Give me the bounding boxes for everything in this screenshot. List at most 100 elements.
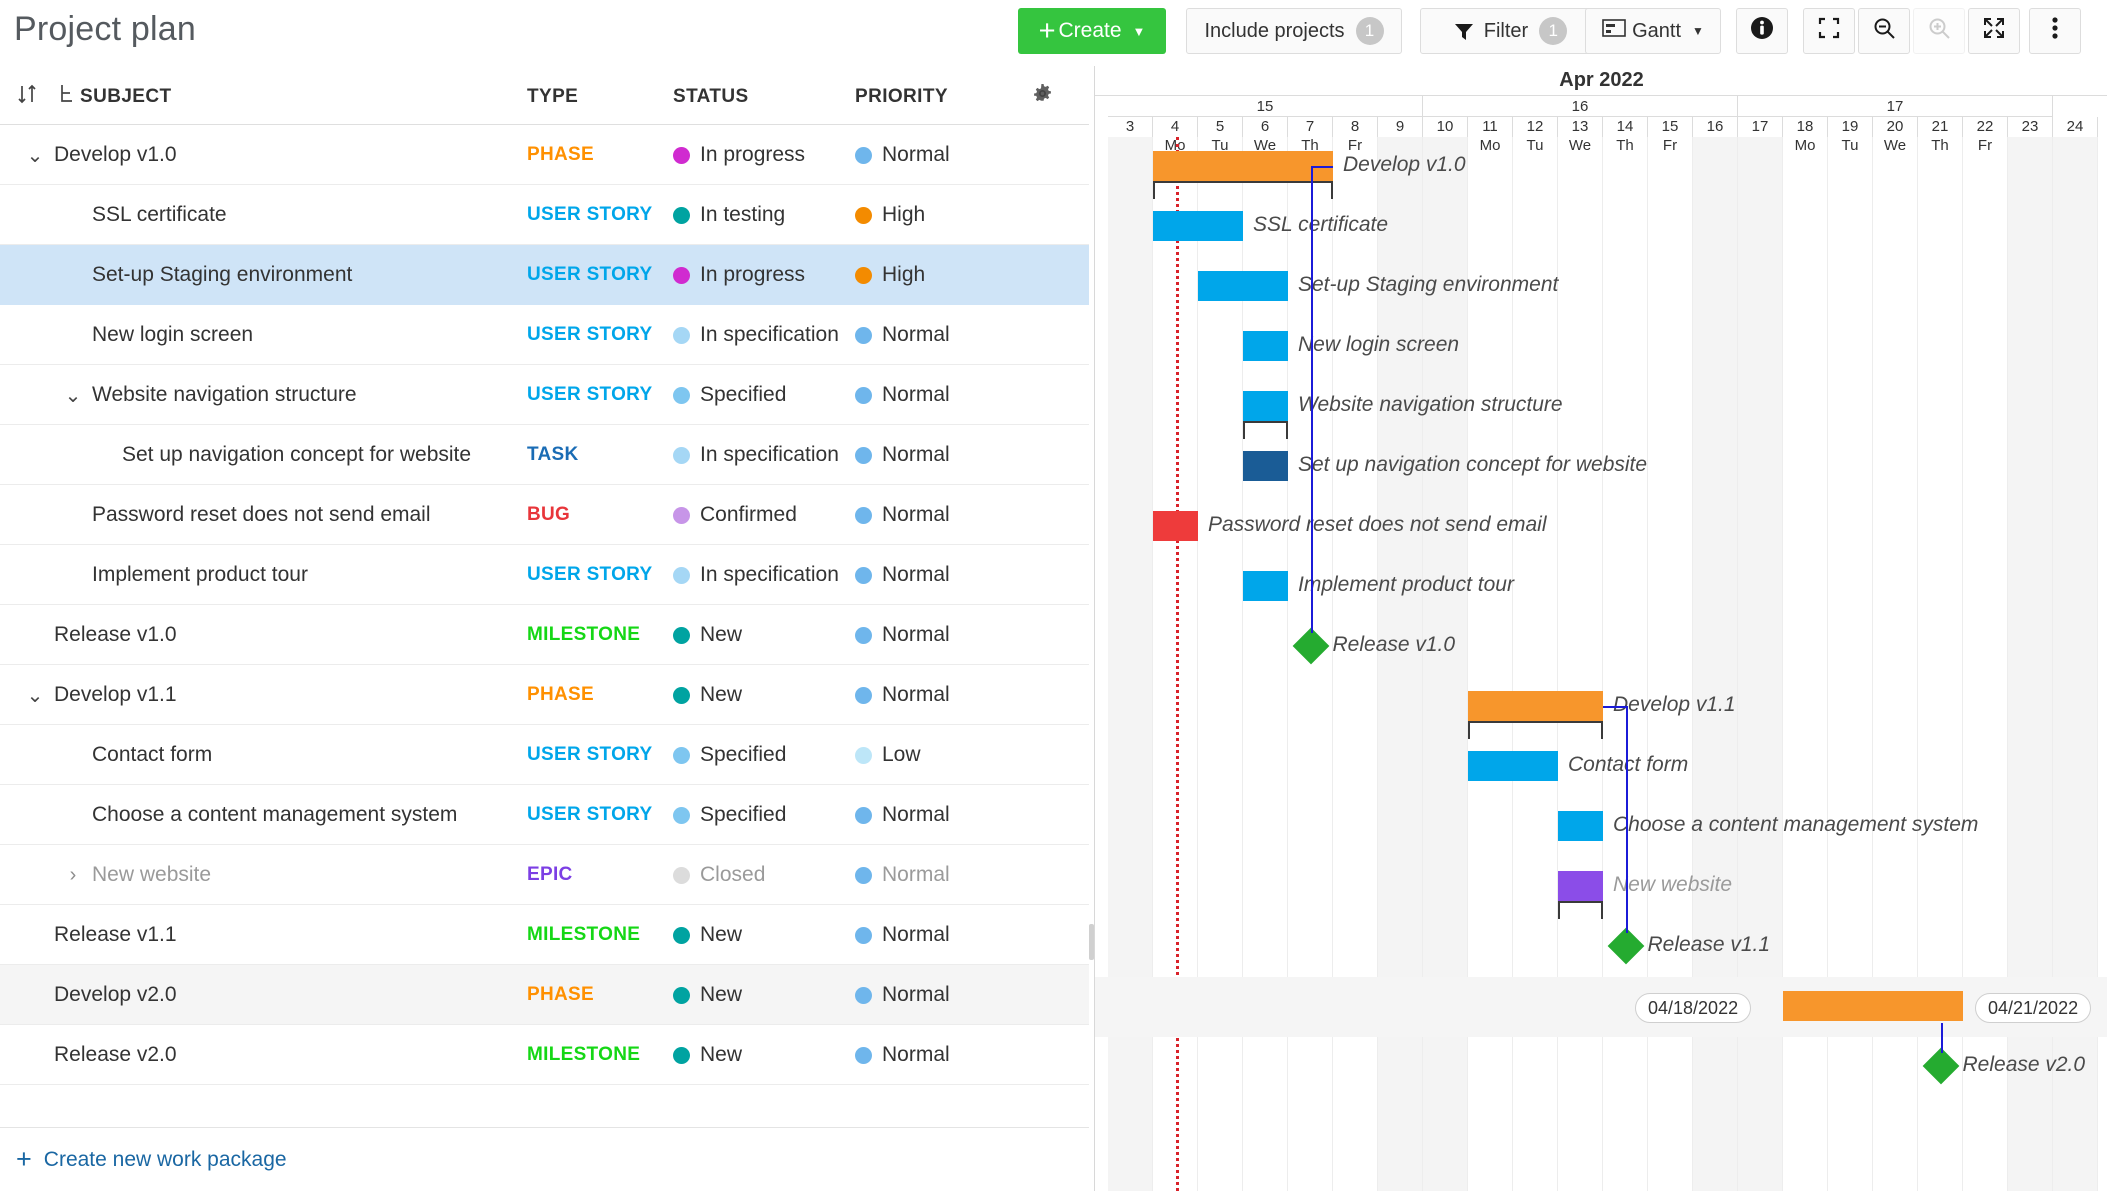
table-cell-priority[interactable]: Normal <box>855 485 950 545</box>
table-row[interactable]: Release v2.0 MILESTONE New Normal <box>0 1025 1089 1085</box>
gantt-milestone-diamond[interactable] <box>1292 627 1329 665</box>
table-cell-status[interactable]: New <box>673 1025 742 1085</box>
table-row[interactable]: Contact form USER STORY Specified Low <box>0 725 1089 785</box>
gantt-bar[interactable] <box>1243 391 1288 421</box>
table-cell-type[interactable]: MILESTONE <box>527 1025 640 1085</box>
fullscreen-button[interactable] <box>1968 8 2020 54</box>
table-cell-status[interactable]: New <box>673 605 742 665</box>
table-cell-status[interactable]: In progress <box>673 245 805 305</box>
table-cell-subject[interactable]: Release v1.1 <box>24 905 177 965</box>
table-cell-priority[interactable]: High <box>855 245 925 305</box>
table-cell-subject[interactable]: SSL certificate <box>62 185 227 245</box>
table-cell-type[interactable]: EPIC <box>527 845 573 905</box>
table-cell-status[interactable]: In testing <box>673 185 785 245</box>
table-row[interactable]: Password reset does not send email BUG Con… <box>0 485 1089 545</box>
gantt-row[interactable]: Website navigation structure <box>1095 377 2107 439</box>
gantt-row[interactable]: Release v1.0 <box>1095 617 2107 677</box>
gantt-row[interactable]: Password reset does not send email <box>1095 497 2107 557</box>
table-cell-subject[interactable]: Contact form <box>62 725 212 785</box>
table-cell-priority[interactable]: High <box>855 185 925 245</box>
gantt-row[interactable]: Set up navigation concept for website <box>1095 437 2107 497</box>
table-row[interactable]: Set-up Staging environment USER STORY In p… <box>0 245 1089 305</box>
include-projects-button[interactable]: Include projects 1 <box>1186 8 1402 54</box>
filter-button[interactable]: Filter 1 <box>1420 8 1600 54</box>
table-cell-subject[interactable]: › New website <box>62 845 211 905</box>
table-cell-type[interactable]: PHASE <box>527 665 594 725</box>
table-cell-type[interactable]: USER STORY <box>527 305 652 365</box>
column-header-priority[interactable]: PRIORITY <box>855 86 948 108</box>
table-row[interactable]: Set up navigation concept for website TAS… <box>0 425 1089 485</box>
more-options-button[interactable] <box>2029 8 2081 54</box>
column-header-status[interactable]: STATUS <box>673 86 749 108</box>
gantt-row[interactable]: Set-up Staging environment <box>1095 257 2107 317</box>
table-cell-type[interactable]: PHASE <box>527 965 594 1025</box>
table-cell-status[interactable]: In specification <box>673 305 839 365</box>
gantt-end-date-pill[interactable]: 04/21/2022 <box>1975 993 2092 1023</box>
table-row[interactable]: New login screen USER STORY In specificati… <box>0 305 1089 365</box>
gantt-bar[interactable] <box>1468 691 1603 721</box>
table-cell-type[interactable]: PHASE <box>527 125 594 185</box>
gantt-row[interactable]: Release v1.1 <box>1095 917 2107 977</box>
table-row[interactable]: ⌄ Develop v1.1 PHASE New Normal <box>0 665 1089 725</box>
gantt-milestone-diamond[interactable] <box>1607 927 1644 965</box>
table-cell-status[interactable]: Specified <box>673 365 786 425</box>
table-cell-status[interactable]: In specification <box>673 425 839 485</box>
table-cell-priority[interactable]: Normal <box>855 365 950 425</box>
table-row[interactable]: Release v1.1 MILESTONE New Normal <box>0 905 1089 965</box>
chevron-right-icon[interactable]: › <box>62 864 84 887</box>
sort-icon[interactable] <box>16 83 38 111</box>
gantt-row[interactable]: Contact form <box>1095 737 2107 797</box>
gantt-bar[interactable] <box>1153 151 1333 181</box>
gantt-row[interactable]: Implement product tour <box>1095 557 2107 617</box>
table-cell-type[interactable]: MILESTONE <box>527 905 640 965</box>
gantt-row[interactable]: Develop v1.1 <box>1095 677 2107 739</box>
table-cell-subject[interactable]: Set-up Staging environment <box>62 245 352 305</box>
table-cell-subject[interactable]: ⌄ Website navigation structure <box>62 365 357 425</box>
gantt-bar[interactable] <box>1468 751 1558 781</box>
table-cell-status[interactable]: New <box>673 905 742 965</box>
gantt-row[interactable]: New website <box>1095 857 2107 919</box>
table-cell-priority[interactable]: Normal <box>855 125 950 185</box>
table-cell-priority[interactable]: Normal <box>855 665 950 725</box>
table-cell-status[interactable]: New <box>673 965 742 1025</box>
gantt-bar[interactable] <box>1783 991 1963 1021</box>
chevron-down-icon[interactable]: ⌄ <box>24 143 46 168</box>
gantt-row[interactable]: New login screen <box>1095 317 2107 377</box>
chevron-down-icon[interactable]: ⌄ <box>62 383 84 408</box>
gantt-bar[interactable] <box>1243 571 1288 601</box>
table-cell-subject[interactable]: Set up navigation concept for website <box>92 425 471 485</box>
table-row[interactable]: Release v1.0 MILESTONE New Normal <box>0 605 1089 665</box>
gantt-bar[interactable] <box>1153 511 1198 541</box>
table-cell-status[interactable]: Specified <box>673 725 786 785</box>
table-cell-subject[interactable]: New login screen <box>62 305 253 365</box>
gantt-body[interactable]: Develop v1.0 SSL certificate Set-up Stagin… <box>1095 137 2107 1191</box>
table-cell-type[interactable]: USER STORY <box>527 545 652 605</box>
table-row[interactable]: ⌄ Website navigation structure USER STORY S… <box>0 365 1089 425</box>
gantt-row[interactable]: Release v2.0 <box>1095 1037 2107 1097</box>
gantt-bar[interactable] <box>1243 451 1288 481</box>
gantt-row[interactable]: Develop v1.0 <box>1095 137 2107 199</box>
table-cell-status[interactable]: New <box>673 665 742 725</box>
column-header-subject[interactable]: SUBJECT <box>80 86 171 108</box>
table-cell-type[interactable]: USER STORY <box>527 245 652 305</box>
gantt-bar[interactable] <box>1558 871 1603 901</box>
table-cell-status[interactable]: In specification <box>673 545 839 605</box>
gantt-view-button[interactable]: Gantt ▼ <box>1585 8 1721 54</box>
table-cell-priority[interactable]: Normal <box>855 545 950 605</box>
table-cell-subject[interactable]: ⌄ Develop v1.0 <box>24 125 177 185</box>
table-cell-status[interactable]: In progress <box>673 125 805 185</box>
table-cell-priority[interactable]: Normal <box>855 1025 950 1085</box>
column-header-type[interactable]: TYPE <box>527 86 578 108</box>
hierarchy-icon[interactable] <box>58 83 78 111</box>
table-cell-subject[interactable]: ⌄ Develop v1.1 <box>24 665 177 725</box>
table-cell-status[interactable]: Specified <box>673 785 786 845</box>
table-cell-subject[interactable]: Release v1.0 <box>24 605 177 665</box>
table-row[interactable]: Develop v2.0 PHASE New Normal <box>0 965 1089 1025</box>
table-cell-type[interactable]: MILESTONE <box>527 605 640 665</box>
table-cell-type[interactable]: USER STORY <box>527 785 652 845</box>
gear-icon[interactable] <box>1032 83 1053 110</box>
table-cell-priority[interactable]: Normal <box>855 305 950 365</box>
chevron-down-icon[interactable]: ⌄ <box>24 683 46 708</box>
table-cell-type[interactable]: TASK <box>527 425 579 485</box>
gantt-milestone-diamond[interactable] <box>1922 1047 1959 1085</box>
